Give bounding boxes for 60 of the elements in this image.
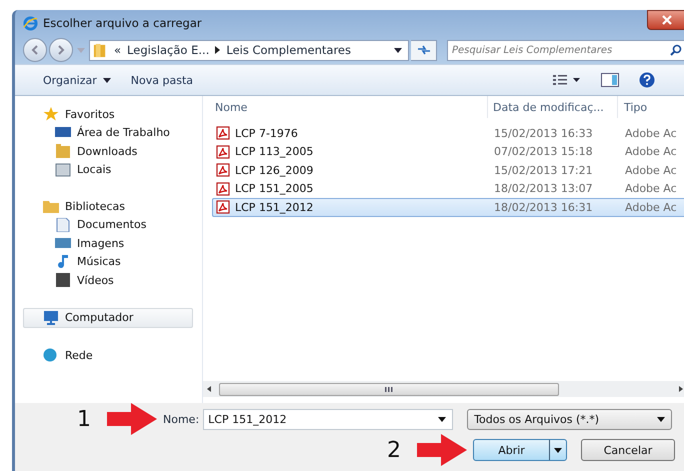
organize-menu-button[interactable]: Organizar: [35, 70, 119, 90]
window-title: Escolher arquivo a carregar: [43, 16, 202, 30]
sidebar-item[interactable]: Downloads: [15, 142, 193, 160]
file-type: Adobe Ac: [624, 164, 678, 177]
file-name: LCP 113_2005: [235, 145, 314, 158]
file-date: 15/02/2013 17:21: [493, 164, 594, 177]
sidebar-label: Computador: [65, 311, 134, 324]
file-date: 18/02/2013 13:07: [493, 182, 594, 196]
file-name: LCP 151_2012: [235, 200, 314, 214]
sidebar-item[interactable]: Favoritos: [15, 105, 193, 124]
breadcrumb-overflow[interactable]: «: [114, 43, 122, 57]
file-type: Adobe Ac: [624, 126, 678, 140]
file-name: LCP 7-1976: [235, 126, 298, 140]
new-folder-button[interactable]: Nova pasta: [122, 70, 201, 90]
file-row[interactable]: LCP 151_2012 18/02/2013 16:31 Adobe Ac: [212, 198, 684, 216]
sidebar-item[interactable]: Rede: [15, 346, 193, 364]
sidebar-item[interactable]: Bibliotecas: [15, 197, 193, 216]
sidebar-item[interactable]: Locais: [15, 160, 193, 179]
file-type: Adobe Ac: [624, 145, 678, 158]
sidebar-label: Rede: [65, 348, 93, 362]
sidebar-label: Bibliotecas: [65, 200, 126, 213]
file-date: 18/02/2013 16:31: [493, 200, 594, 214]
file-type-dropdown[interactable]: Todos os Arquivos (*.*): [467, 408, 672, 430]
file-date: 07/02/2013 15:18: [493, 145, 594, 158]
search-field[interactable]: Pesquisar Leis Complementares: [447, 40, 684, 60]
column-header[interactable]: Nome: [203, 96, 488, 118]
sidebar-item[interactable]: Músicas: [15, 252, 193, 271]
cancel-button[interactable]: Cancelar: [581, 439, 675, 461]
sidebar-label: Locais: [77, 163, 112, 176]
breadcrumb-item[interactable]: Leis Complementares: [226, 43, 351, 57]
breadcrumb-item[interactable]: Legislação E...: [127, 43, 210, 57]
filename-label: Nome:: [163, 412, 200, 426]
sidebar-item[interactable]: Área de Trabalho: [15, 124, 193, 142]
address-bar[interactable]: « Legislação E... Leis Complementares: [89, 40, 409, 60]
open-button[interactable]: Abrir: [473, 439, 567, 461]
sidebar-label: Músicas: [77, 255, 121, 268]
file-name: LCP 151_2005: [235, 182, 314, 196]
file-type: Adobe Ac: [624, 200, 678, 214]
column-header[interactable]: Data de modificaç...: [488, 96, 618, 118]
sidebar-label: Vídeos: [77, 274, 114, 287]
file-row[interactable]: LCP 7-1976 15/02/2013 16:33 Adobe Ac: [212, 124, 684, 142]
file-row[interactable]: LCP 113_2005 07/02/2013 15:18 Adobe Ac: [212, 142, 684, 161]
sidebar-item[interactable]: Computador: [23, 308, 193, 328]
sidebar-label: Favoritos: [65, 108, 115, 121]
file-row[interactable]: LCP 151_2005 18/02/2013 13:07 Adobe Ac: [212, 180, 684, 198]
sidebar-item[interactable]: Imagens: [15, 234, 193, 252]
file-name: LCP 126_2009: [235, 164, 314, 177]
sidebar-label: Área de Trabalho: [77, 126, 170, 140]
file-row[interactable]: LCP 126_2009 15/02/2013 17:21 Adobe Ac: [212, 161, 684, 180]
file-date: 15/02/2013 16:33: [493, 126, 594, 140]
annotation-number: 2: [387, 438, 402, 462]
sidebar-item[interactable]: Documentos: [15, 216, 193, 234]
annotation-number: 1: [77, 406, 92, 432]
sidebar-label: Documentos: [77, 218, 146, 232]
sidebar-label: Imagens: [77, 236, 124, 250]
sidebar-item[interactable]: Vídeos: [15, 271, 193, 290]
column-header[interactable]: Tipo: [618, 96, 684, 118]
file-type: Adobe Ac: [624, 182, 678, 196]
filename-field[interactable]: LCP 151_2012: [203, 408, 454, 430]
sidebar-label: Downloads: [77, 144, 138, 158]
